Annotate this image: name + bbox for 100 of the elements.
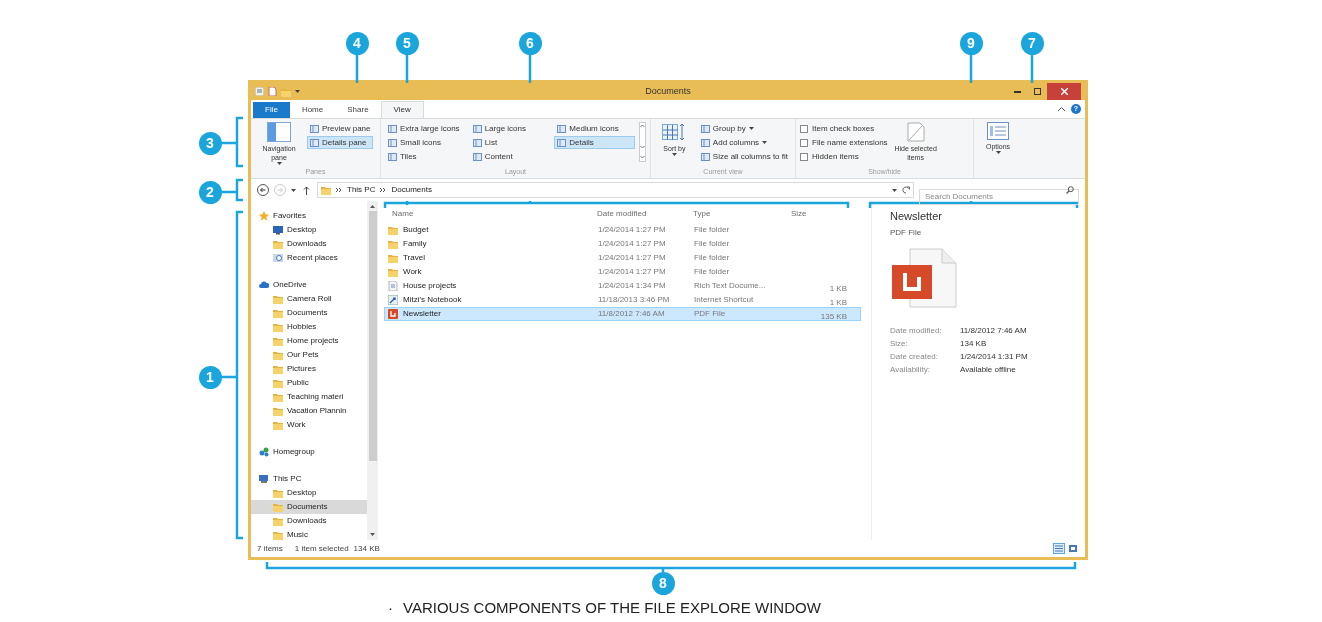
leader-line bbox=[219, 178, 245, 202]
ribbon-button[interactable]: Extra large icons bbox=[385, 122, 466, 135]
ribbon-button[interactable]: Add columns bbox=[697, 136, 791, 149]
ribbon-button[interactable]: Small icons bbox=[385, 136, 466, 149]
table-cell-text: 1/24/2014 1:27 PM bbox=[597, 238, 667, 250]
document-icon bbox=[388, 281, 398, 291]
network-icon bbox=[259, 447, 269, 457]
caret-icon bbox=[671, 153, 677, 156]
ribbon-tab[interactable]: Home bbox=[289, 102, 336, 118]
caret-icon bbox=[295, 90, 300, 93]
property-value: Available offline bbox=[960, 363, 1017, 376]
navigation-item[interactable]: Desktop bbox=[251, 223, 367, 237]
file-name: Family bbox=[403, 238, 427, 250]
caret-icon bbox=[892, 188, 897, 192]
checkbox[interactable]: Hidden items bbox=[800, 150, 888, 163]
table-cell-text: 11/8/2012 7:46 AM bbox=[597, 308, 666, 320]
selection-count: 1 item selected bbox=[294, 542, 349, 555]
navigation-item[interactable]: Camera Roll bbox=[251, 292, 367, 306]
search-icon bbox=[1066, 186, 1074, 194]
navigation-item[interactable]: Pictures bbox=[251, 362, 367, 376]
navigation-item[interactable]: Desktop bbox=[251, 486, 367, 500]
navigation-item[interactable]: Teaching materi bbox=[251, 390, 367, 404]
up-button[interactable] bbox=[303, 184, 312, 196]
ribbon-button[interactable]: Tiles bbox=[385, 150, 466, 163]
bullet: · bbox=[388, 598, 393, 618]
navigation-item[interactable]: Documents bbox=[251, 306, 367, 320]
view-icon bbox=[557, 124, 567, 133]
file-name: Budget bbox=[403, 224, 429, 236]
callout-number: 7 bbox=[1020, 31, 1044, 55]
large-icons-view-button[interactable] bbox=[1067, 543, 1079, 554]
ribbon-button[interactable]: Medium icons bbox=[554, 122, 635, 135]
column-header[interactable]: Type bbox=[685, 208, 783, 220]
scroll-down-icon bbox=[370, 533, 375, 536]
ribbon-button[interactable]: Size all columns to fit bbox=[697, 150, 791, 163]
maximize-icon bbox=[1033, 88, 1041, 95]
navigation-item[interactable]: Public bbox=[251, 376, 367, 390]
property-label: Size: bbox=[890, 337, 909, 350]
checkbox[interactable]: Item check boxes bbox=[800, 122, 888, 135]
scrollbar-thumb[interactable] bbox=[368, 211, 377, 461]
navigation-item[interactable]: Documents bbox=[251, 500, 367, 514]
breadcrumb-item[interactable]: This PC bbox=[347, 184, 376, 196]
navigation-item[interactable]: Recent places bbox=[251, 251, 367, 265]
ribbon-button[interactable]: Large icons bbox=[469, 122, 551, 135]
view-icon bbox=[472, 138, 482, 147]
navigation-item[interactable]: This PC bbox=[257, 472, 367, 486]
navigation-item[interactable]: Homegroup bbox=[257, 445, 367, 459]
ribbon-button[interactable]: Details bbox=[554, 136, 635, 149]
folder-icon bbox=[273, 350, 283, 360]
ribbon-button[interactable]: Content bbox=[469, 150, 551, 163]
caret-icon bbox=[291, 188, 296, 192]
ribbon-button[interactable]: Details pane bbox=[307, 136, 374, 149]
shortcut-icon bbox=[388, 295, 398, 305]
file-row[interactable]: Newsletter 11/8/2012 7:46 AM PDF File 135 KB bbox=[384, 307, 861, 321]
file-name: Newsletter bbox=[403, 308, 441, 320]
navigation-item[interactable]: Hobbies bbox=[251, 320, 367, 334]
ribbon-button[interactable]: Group by bbox=[697, 122, 791, 135]
file-row[interactable]: Mitzi's Notebook 11/18/2013 3:46 PM Internet Shortcut 1 KB bbox=[384, 293, 861, 307]
ribbon-button[interactable]: Preview pane bbox=[307, 122, 374, 135]
navigation-item[interactable]: Home projects bbox=[251, 334, 367, 348]
close-button[interactable] bbox=[1047, 83, 1081, 100]
details-title: Newsletter bbox=[890, 209, 943, 224]
file-row[interactable]: Travel 1/24/2014 1:27 PM File folder bbox=[384, 251, 861, 265]
ribbon-tab[interactable]: File bbox=[253, 102, 290, 118]
checkbox[interactable]: File name extensions bbox=[800, 136, 888, 149]
file-row[interactable]: Budget 1/24/2014 1:27 PM File folder bbox=[384, 223, 861, 237]
navigation-item[interactable]: OneDrive bbox=[257, 278, 367, 292]
column-header[interactable]: Size bbox=[783, 208, 849, 220]
ribbon-tab[interactable]: View bbox=[380, 101, 424, 118]
navigation-item[interactable]: Downloads bbox=[251, 514, 367, 528]
file-row[interactable]: Family 1/24/2014 1:27 PM File folder bbox=[384, 237, 861, 251]
ribbon-button[interactable]: List bbox=[469, 136, 551, 149]
folder-icon bbox=[273, 502, 283, 512]
chevron-icon bbox=[380, 187, 387, 193]
navigation-item[interactable]: Music bbox=[251, 528, 367, 540]
navigation-item[interactable]: Vacation Plannin bbox=[251, 404, 367, 418]
search-field[interactable]: Search Documents bbox=[919, 188, 1079, 205]
column-header[interactable]: Name bbox=[384, 208, 589, 220]
back-button[interactable] bbox=[257, 184, 269, 196]
navigation-item[interactable]: Work bbox=[251, 418, 367, 432]
breadcrumb-item[interactable]: Documents bbox=[391, 184, 432, 196]
page-icon bbox=[268, 87, 277, 96]
table-cell-text: File folder bbox=[693, 224, 731, 236]
view-icon bbox=[557, 138, 567, 147]
ribbon-tab[interactable]: Share bbox=[335, 102, 381, 118]
file-row[interactable]: Work 1/24/2014 1:27 PM File folder bbox=[384, 265, 861, 279]
address-bar[interactable]: This PC Documents bbox=[317, 182, 914, 198]
column-header[interactable]: Date modified bbox=[589, 208, 685, 220]
caption: VARIOUS COMPONENTS OF THE FILE EXPLORE WINDOW bbox=[403, 598, 821, 618]
navigation-item[interactable]: Our Pets bbox=[251, 348, 367, 362]
folder-icon bbox=[273, 488, 283, 498]
callout-number: 1 bbox=[198, 365, 222, 389]
file-row[interactable]: House projects 1/24/2014 1:34 PM Rich Text Docume... 1 KB bbox=[384, 279, 861, 293]
options-icon bbox=[987, 122, 1009, 140]
folder-icon bbox=[273, 239, 283, 249]
callout-number: 4 bbox=[345, 31, 369, 55]
navigation-item[interactable]: Favorites bbox=[257, 209, 367, 223]
details-view-button[interactable] bbox=[1053, 543, 1065, 554]
chevron-up-icon bbox=[1058, 107, 1065, 111]
navigation-item[interactable]: Downloads bbox=[251, 237, 367, 251]
gallery-scroll-icon bbox=[639, 122, 646, 162]
